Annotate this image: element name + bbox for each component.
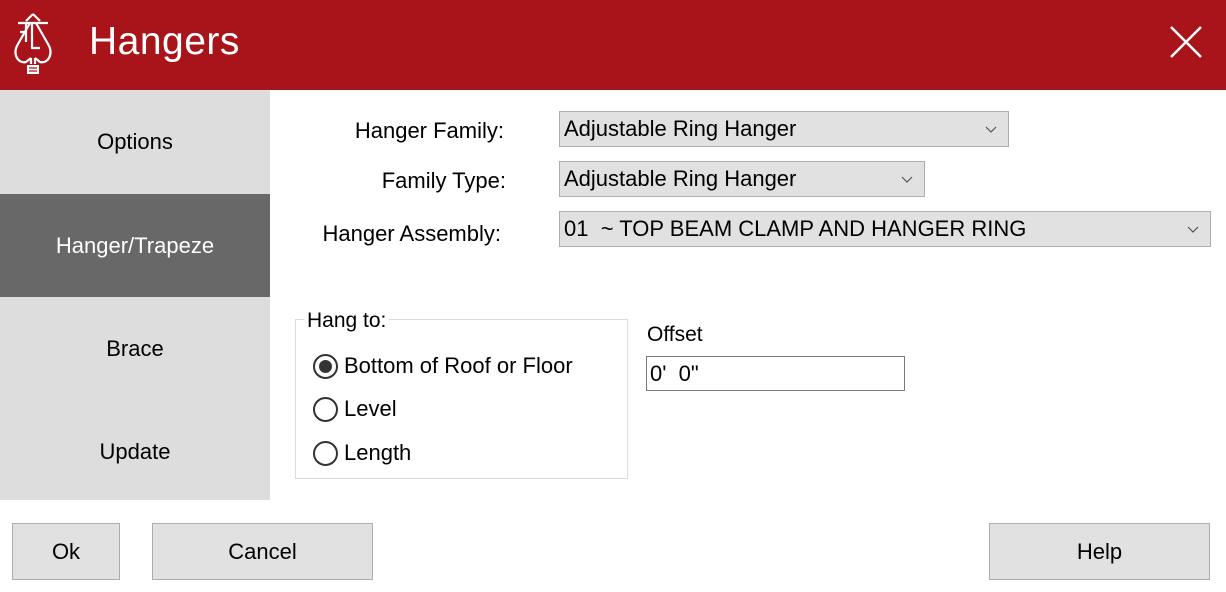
radio-label: Level (344, 396, 397, 421)
help-label: Help (1076, 538, 1123, 564)
sidebar-item-label: Options (97, 128, 173, 154)
offset-label: Offset (647, 323, 703, 346)
sidebar-item-label: Brace (106, 335, 164, 361)
title-bar: Hangers (0, 0, 1226, 90)
cancel-button[interactable]: Cancel (152, 523, 373, 580)
hanger-assembly-dropdown[interactable]: 01 ~ TOP BEAM CLAMP AND HANGER RING (559, 211, 1211, 247)
offset-input[interactable]: 0' 0" (646, 356, 905, 391)
family-type-value: Adjustable Ring Hanger (564, 166, 797, 191)
family-type-dropdown[interactable]: Adjustable Ring Hanger (559, 161, 925, 197)
family-type-label: Family Type: (381, 168, 506, 193)
hanger-family-value: Adjustable Ring Hanger (564, 116, 797, 141)
chevron-down-icon (1187, 226, 1199, 233)
radio-label: Length (344, 440, 412, 465)
hang-to-group: Hang to: Bottom of Roof or Floor Level L… (295, 309, 628, 479)
cancel-label: Cancel (228, 538, 297, 564)
hang-to-legend: Hang to: (304, 309, 390, 333)
hanger-family-dropdown[interactable]: Adjustable Ring Hanger (559, 111, 1009, 147)
sidebar-item-brace[interactable]: Brace (0, 297, 270, 400)
radio-unselected-icon (313, 440, 338, 466)
close-icon (1170, 26, 1202, 58)
radio-unselected-icon (313, 396, 338, 422)
sidebar-item-label: Hanger/Trapeze (55, 232, 215, 258)
radio-label: Bottom of Roof or Floor (344, 353, 573, 378)
sprinkler-logo-icon (14, 13, 52, 74)
ok-button[interactable]: Ok (12, 523, 120, 580)
help-button[interactable]: Help (989, 523, 1210, 580)
sidebar: Options Hanger/Trapeze Brace Update (0, 90, 270, 500)
hanger-family-label: Hanger Family: (354, 118, 504, 143)
chevron-down-icon (901, 176, 913, 183)
radio-level[interactable]: Level (313, 394, 397, 424)
radio-bottom-of-roof-or-floor[interactable]: Bottom of Roof or Floor (313, 351, 573, 381)
hanger-assembly-value: 01 ~ TOP BEAM CLAMP AND HANGER RING (564, 216, 1027, 241)
hanger-assembly-label: Hanger Assembly: (322, 221, 501, 246)
sidebar-item-label: Update (99, 438, 171, 464)
close-button[interactable] (1160, 18, 1212, 66)
offset-value: 0' 0" (650, 360, 699, 386)
radio-selected-icon (313, 353, 338, 379)
sidebar-item-update[interactable]: Update (0, 400, 270, 503)
chevron-down-icon (985, 126, 997, 133)
radio-length[interactable]: Length (313, 438, 411, 468)
sidebar-item-hanger-trapeze[interactable]: Hanger/Trapeze (0, 194, 270, 297)
window-title: Hangers (89, 20, 240, 63)
ok-label: Ok (51, 538, 81, 564)
sidebar-item-options[interactable]: Options (0, 90, 270, 193)
